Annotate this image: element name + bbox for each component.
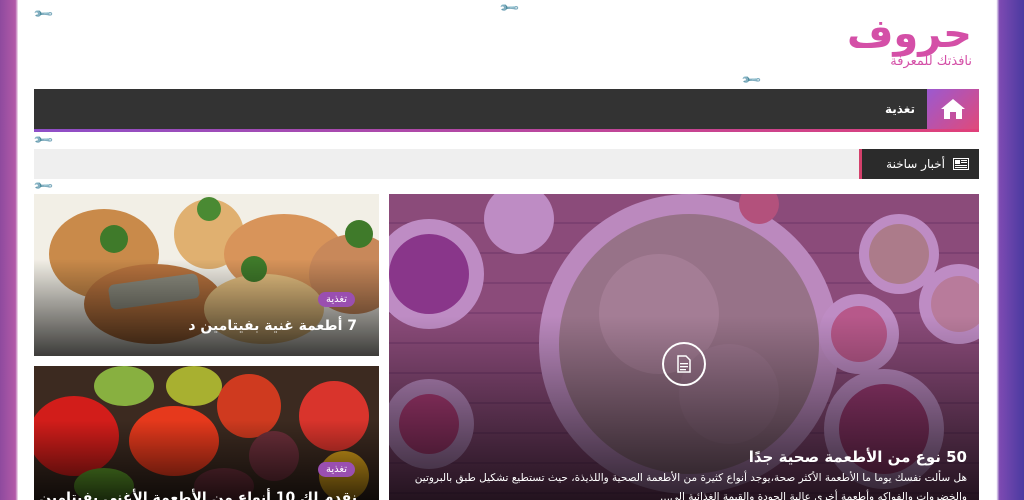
breaking-news-bar: أخبار ساخنة (34, 149, 979, 179)
edit-wrench-icon[interactable]: 🔧 (741, 69, 763, 91)
featured-article-excerpt: هل سألت نفسك يوما ما الأطعمة الأكثر صحة،… (414, 472, 967, 500)
logo-text: حروف (846, 11, 972, 57)
home-button[interactable] (927, 89, 979, 129)
nav-item-nutrition[interactable]: تغذية (885, 89, 915, 129)
category-badge[interactable]: تغذية (317, 292, 355, 307)
category-badge[interactable]: تغذية (317, 462, 355, 477)
breaking-news-text: أخبار ساخنة (886, 157, 945, 171)
breaking-news-label: أخبار ساخنة (859, 149, 979, 179)
document-icon (677, 355, 691, 373)
article-card[interactable]: تغذية نقدم لك 10 أنواع من الأطعمة الأغنى… (34, 366, 379, 500)
edit-wrench-icon[interactable]: 🔧 (33, 129, 55, 151)
home-icon (941, 99, 965, 119)
newspaper-icon (953, 158, 969, 170)
featured-article-card[interactable]: 50 نوع من الأطعمة صحية جدًا هل سألت نفسك… (389, 194, 979, 500)
image-shade (34, 258, 379, 356)
image-shade (34, 419, 379, 500)
article-title[interactable]: نقدم لك 10 أنواع من الأطعمة الأغنى بفيتا… (34, 490, 357, 500)
article-format-button[interactable] (662, 342, 706, 386)
edit-wrench-icon[interactable]: 🔧 (499, 0, 521, 20)
page-container: 🔧 🔧 🔧 🔧 🔧 حروف نافذتك للمعرفة تغذية أخبا… (18, 0, 996, 500)
site-logo[interactable]: حروف نافذتك للمعرفة (752, 12, 972, 72)
featured-article-title[interactable]: 50 نوع من الأطعمة صحية جدًا (749, 448, 967, 466)
article-title[interactable]: 7 أطعمة غنية بفيتامين د (188, 318, 357, 334)
main-navbar: تغذية (34, 89, 979, 132)
edit-wrench-icon[interactable]: 🔧 (33, 3, 55, 25)
article-card[interactable]: تغذية 7 أطعمة غنية بفيتامين د (34, 194, 379, 356)
